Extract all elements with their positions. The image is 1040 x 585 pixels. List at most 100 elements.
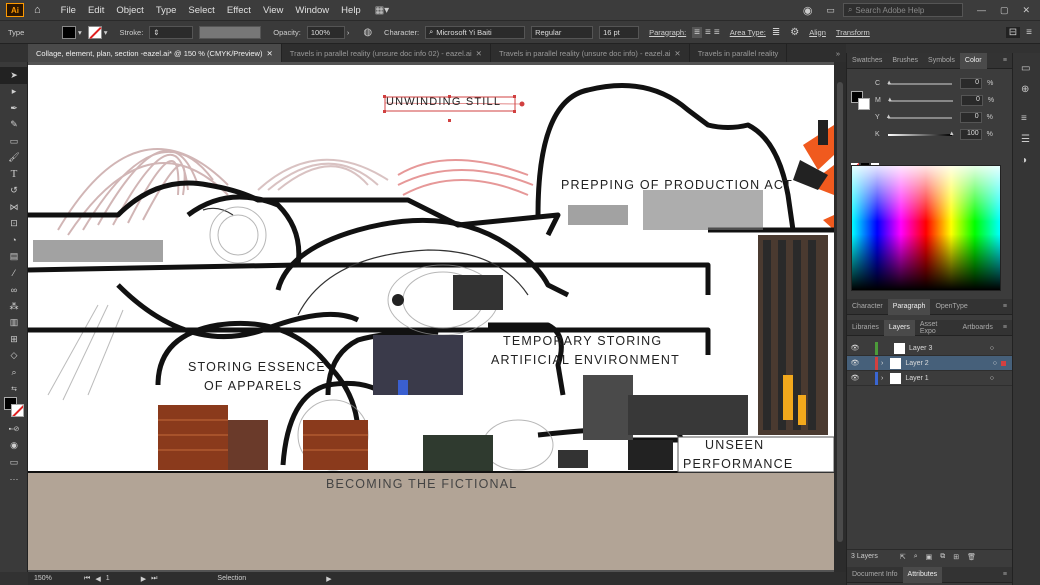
fill-stroke-icon[interactable] — [4, 397, 27, 421]
opacity-field[interactable]: 100% › — [306, 25, 349, 39]
paragraph-panel-menu-icon[interactable]: ≡ — [998, 299, 1012, 315]
tab-paragraph[interactable]: Paragraph — [887, 298, 931, 315]
home-icon[interactable]: ⌂ — [34, 4, 41, 16]
expand-chevron-icon[interactable]: › — [881, 360, 883, 367]
align-panel-icon[interactable]: ≡ — [1021, 113, 1040, 124]
font-size-field[interactable]: 16 pt — [599, 25, 640, 39]
tab-close-icon[interactable]: ✕ — [674, 49, 680, 58]
layer-name[interactable]: Layer 2 — [905, 360, 928, 367]
status-arrow-icon[interactable]: ▶ — [326, 575, 331, 583]
minimize-icon[interactable]: — — [977, 5, 986, 15]
label-unwinding-still[interactable]: UNWINDING STILL — [386, 96, 501, 108]
clipping-mask-icon[interactable]: ▣ — [926, 553, 933, 561]
last-artboard-icon[interactable]: ⏭ — [151, 575, 157, 583]
column-graph-icon[interactable]: ▥ — [0, 315, 28, 332]
selection-tool-icon[interactable]: ➤ — [0, 67, 28, 84]
next-artboard-icon[interactable]: ▶ — [141, 575, 146, 583]
maximize-icon[interactable]: ▢ — [1000, 5, 1009, 16]
area-type-icon[interactable]: ≣ — [772, 27, 780, 38]
artboard-icon[interactable]: ⊞ — [0, 331, 28, 348]
label-of-apparels[interactable]: OF APPARELS — [204, 379, 302, 393]
expand-chevron-icon[interactable]: › — [881, 375, 883, 382]
label-performance[interactable]: PERFORMANCE — [683, 457, 793, 471]
more-tabs-icon[interactable]: » — [836, 44, 846, 62]
layer-row-3[interactable]: 👁 Layer 3 ○ — [847, 341, 1012, 356]
canvas[interactable]: UNWINDING STILL PREPPING OF PRODUCTION A… — [28, 62, 834, 572]
tab-opentype[interactable]: OpenType — [930, 299, 972, 315]
font-style-dropdown[interactable]: Regular — [531, 25, 594, 39]
tab-asset-export[interactable]: Asset Expo — [915, 320, 958, 336]
symbol-sprayer-icon[interactable]: ⁂ — [0, 298, 28, 315]
align-center-icon[interactable]: ≡ — [705, 27, 711, 38]
color-spectrum[interactable] — [851, 165, 1001, 291]
layer-row-2[interactable]: 👁 › Layer 2 ○ — [847, 356, 1012, 371]
target-icon[interactable]: ○ — [993, 360, 997, 367]
prev-artboard-icon[interactable]: ◀ — [95, 575, 100, 583]
tab-attributes[interactable]: Attributes — [902, 566, 943, 583]
bottom-panel-menu-icon[interactable]: ≡ — [998, 567, 1012, 583]
user-icon[interactable]: ◉ — [803, 4, 813, 17]
more-tools-icon[interactable]: ··· — [0, 471, 28, 488]
menu-help[interactable]: Help — [335, 5, 367, 16]
layer-name[interactable]: Layer 3 — [909, 345, 932, 352]
blend-icon[interactable]: ∞ — [0, 282, 28, 299]
area-type-label[interactable]: Area Type: — [730, 28, 766, 37]
tab-symbols[interactable]: Symbols — [923, 53, 960, 69]
workspace-switcher-icon[interactable]: ▦▾ — [375, 5, 389, 16]
align-left-icon[interactable]: ≡ — [692, 26, 703, 38]
layers-panel-menu-icon[interactable]: ≡ — [998, 320, 1012, 336]
direct-selection-icon[interactable]: ▸ — [0, 84, 28, 101]
screen-mode-icon[interactable]: ▭ — [0, 454, 28, 471]
visibility-eye-icon[interactable]: 👁 — [847, 344, 863, 352]
zoom-icon[interactable]: ⌕ — [0, 364, 28, 381]
paintbrush-icon[interactable]: 🖌 — [0, 150, 28, 167]
type-tool-icon[interactable]: T — [0, 166, 28, 183]
arrange-docs-icon[interactable]: ▭ — [826, 5, 835, 16]
slider-yellow[interactable]: Y ▲ 0% — [869, 109, 1012, 126]
label-artificial-environment[interactable]: ARTIFICIAL ENVIRONMENT — [491, 353, 680, 367]
label-unseen[interactable]: UNSEEN — [705, 438, 764, 452]
tab-document-info[interactable]: Document Info — [847, 567, 903, 583]
artboard[interactable]: UNWINDING STILL PREPPING OF PRODUCTION A… — [28, 65, 834, 570]
fill-stroke-icon[interactable] — [851, 91, 873, 113]
tab-artboards[interactable]: Artboards — [958, 320, 998, 336]
scroll-thumb[interactable] — [837, 82, 843, 542]
variable-width-dropdown[interactable] — [199, 25, 262, 39]
stroke-weight-stepper[interactable]: ⇕ — [149, 25, 194, 39]
tab-close-icon[interactable]: ✕ — [476, 49, 482, 58]
label-prepping[interactable]: PREPPING OF PRODUCTION ACT — [561, 178, 793, 192]
tab-swatches[interactable]: Swatches — [847, 53, 887, 69]
color-mode-icon[interactable]: ▪▫⊘ — [0, 421, 28, 438]
tab-travels-unsure[interactable]: Travels in parallel reality (unsure doc … — [491, 44, 690, 62]
pen-tool-icon[interactable]: ✒ — [0, 100, 28, 117]
transform-label[interactable]: Transform — [836, 28, 870, 37]
tab-layers[interactable]: Layers — [883, 319, 915, 336]
slider-cyan[interactable]: C ▲ 0% — [869, 75, 1012, 92]
menu-select[interactable]: Select — [182, 5, 220, 16]
tab-libraries[interactable]: Libraries — [847, 320, 884, 336]
close-icon[interactable]: ✕ — [1022, 5, 1030, 16]
tab-travels[interactable]: Travels in parallel reality — [690, 44, 788, 62]
menu-edit[interactable]: Edit — [82, 5, 110, 16]
align-right-icon[interactable]: ≡ — [714, 27, 720, 38]
color-panel-menu-icon[interactable]: ≡ — [998, 53, 1012, 69]
gradient-icon[interactable]: ▤ — [0, 249, 28, 266]
first-artboard-icon[interactable]: ⏮ — [84, 575, 90, 583]
locate-object-icon[interactable]: ⌕ — [914, 553, 918, 561]
new-sublayer-icon[interactable]: ⧉ — [940, 553, 945, 561]
stroke-swatch[interactable]: ▾ — [87, 25, 108, 39]
transparency-icon[interactable]: ◑ — [1021, 155, 1040, 166]
swap-fill-stroke-icon[interactable]: ⇆ — [0, 381, 28, 398]
zoom-field[interactable]: 150% — [34, 575, 74, 582]
width-tool-icon[interactable]: ⋈ — [0, 199, 28, 216]
curvature-icon[interactable]: ✎ — [0, 117, 28, 134]
font-family-dropdown[interactable]: ⌕ Microsoft Yi Baiti — [425, 25, 526, 39]
rectangle-tool-icon[interactable]: ▭ — [0, 133, 28, 150]
eyedropper-icon[interactable]: ⁄ — [0, 265, 28, 282]
panel-menu-icon[interactable]: ≡ — [1026, 27, 1032, 38]
free-transform-icon[interactable]: ⊡ — [0, 216, 28, 233]
slice-icon[interactable]: ◇ — [0, 348, 28, 365]
tab-color[interactable]: Color — [959, 52, 987, 69]
search-input[interactable]: ⌕ Search Adobe Help — [842, 3, 963, 17]
tab-travels-02[interactable]: Travels in parallel reality (unsure doc … — [282, 44, 491, 62]
